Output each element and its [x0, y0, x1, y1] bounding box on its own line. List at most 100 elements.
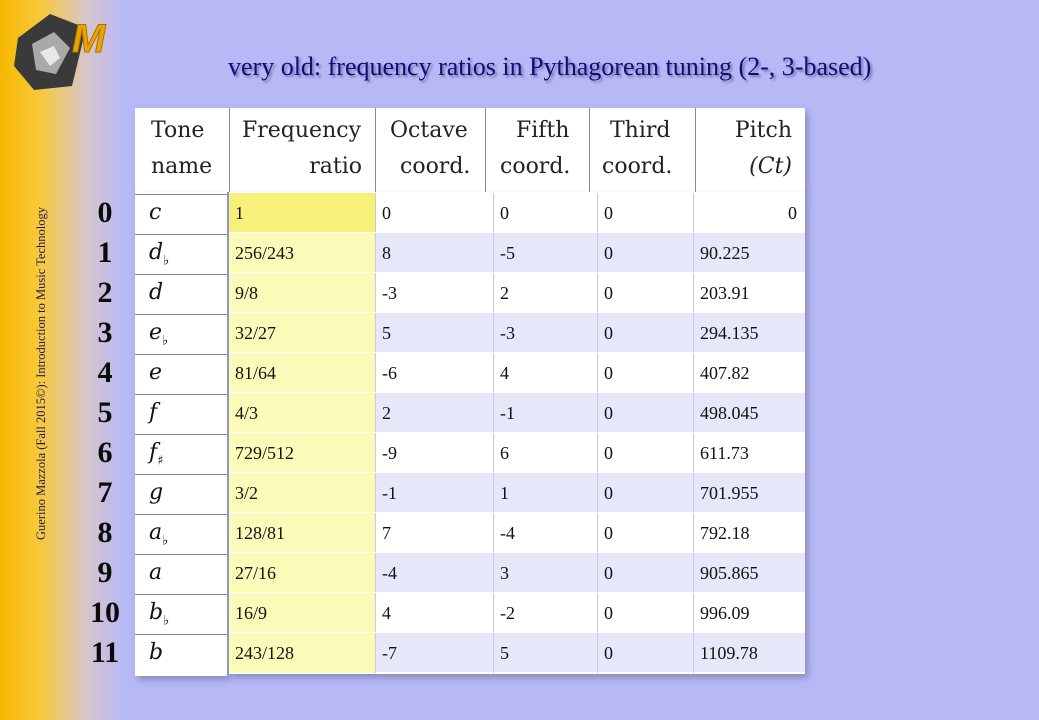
cell-pitch: 792.18: [693, 513, 805, 553]
cell-oct: -9: [375, 433, 493, 473]
cell-ratio: 16/9: [229, 593, 375, 633]
side-caption: Guerino Mazzola (Fall 2015©): Introducti…: [34, 207, 48, 540]
row-index: 7: [97, 476, 113, 509]
tone-name: e♭: [135, 314, 227, 354]
tone-name: d♭: [135, 234, 227, 274]
cell-fifth: 1: [493, 473, 597, 513]
header-frequency-ratio: Frequency ratio: [229, 108, 376, 192]
row-index: 6: [97, 436, 113, 469]
cell-fifth: 3: [493, 553, 597, 593]
tone-name: f♯: [135, 434, 227, 474]
cell-third: 0: [597, 193, 693, 233]
tone-name: e: [135, 354, 227, 394]
tone-name: b♭: [135, 594, 227, 634]
row-index: 8: [97, 516, 113, 549]
cell-pitch: 996.09: [693, 593, 805, 633]
cell-oct: -1: [375, 473, 493, 513]
cell-third: 0: [597, 393, 693, 433]
cell-oct: 7: [375, 513, 493, 553]
tone-name: a♭: [135, 514, 227, 554]
table-row: 9/8 -3 2 0 203.91: [229, 272, 805, 313]
cell-pitch: 294.135: [693, 313, 805, 353]
cell-fifth: 2: [493, 273, 597, 313]
cell-fifth: -1: [493, 393, 597, 433]
table-row: 16/9 4 -2 0 996.09: [229, 592, 805, 633]
header-tone-name: Tone name: [151, 118, 213, 179]
cell-pitch: 701.955: [693, 473, 805, 513]
cell-ratio: 729/512: [229, 433, 375, 473]
table-row: 10000: [229, 192, 805, 233]
header-octave-coord: Octave coord.: [375, 108, 486, 192]
cell-oct: 4: [375, 593, 493, 633]
cell-oct: -4: [375, 553, 493, 593]
cell-third: 0: [597, 633, 693, 673]
tone-name: c: [135, 194, 227, 234]
cell-fifth: 4: [493, 353, 597, 393]
cell-ratio: 32/27: [229, 313, 375, 353]
table-row: 243/128 -7 5 0 1109.78: [229, 632, 805, 673]
tone-name: b: [135, 634, 227, 674]
cell-pitch: 905.865: [693, 553, 805, 593]
cell-fifth: -4: [493, 513, 597, 553]
cell-oct: 5: [375, 313, 493, 353]
cell-pitch: 90.225: [693, 233, 805, 273]
cell-third: 0: [597, 433, 693, 473]
cell-fifth: 0: [493, 193, 597, 233]
cell-oct: 0: [375, 193, 493, 233]
logo-icon: M: [14, 14, 108, 90]
cell-ratio: 256/243: [229, 233, 375, 273]
tone-name-column: c d♭ d e♭ e f f♯ g a♭ a b♭ b: [135, 192, 227, 676]
tone-name: f: [135, 394, 227, 434]
cell-fifth: 6: [493, 433, 597, 473]
table-row: 729/512 -9 6 0 611.73: [229, 432, 805, 473]
cell-fifth: 5: [493, 633, 597, 673]
table-row: 32/27 5 -3 0 294.135: [229, 312, 805, 353]
cell-fifth: -5: [493, 233, 597, 273]
cell-ratio: 128/81: [229, 513, 375, 553]
cell-fifth: -3: [493, 313, 597, 353]
table-row: 4/3 2 -1 0 498.045: [229, 392, 805, 433]
cell-ratio: 81/64: [229, 353, 375, 393]
cell-third: 0: [597, 593, 693, 633]
cell-pitch: 611.73: [693, 433, 805, 473]
cell-third: 0: [597, 273, 693, 313]
cell-third: 0: [597, 473, 693, 513]
cell-pitch: 498.045: [693, 393, 805, 433]
row-index: 1: [97, 236, 113, 269]
row-index: 2: [97, 276, 113, 309]
page-title: very old: frequency ratios in Pythagorea…: [228, 52, 872, 81]
cell-oct: -3: [375, 273, 493, 313]
cell-ratio: 1: [229, 193, 375, 233]
cell-oct: 2: [375, 393, 493, 433]
row-index: 9: [97, 556, 113, 589]
cell-third: 0: [597, 313, 693, 353]
row-index: 4: [97, 356, 113, 389]
header-fifth-coord: Fifth coord.: [485, 108, 590, 192]
cell-ratio: 27/16: [229, 553, 375, 593]
cell-oct: -6: [375, 353, 493, 393]
tone-name: a: [135, 554, 227, 594]
table-row: 81/64 -6 4 0 407.82: [229, 352, 805, 393]
cell-third: 0: [597, 353, 693, 393]
table-row: 3/2 -1 1 0 701.955: [229, 472, 805, 513]
cell-ratio: 4/3: [229, 393, 375, 433]
cell-pitch: 0: [693, 193, 805, 233]
cell-third: 0: [597, 513, 693, 553]
cell-pitch: 1109.78: [693, 633, 805, 673]
cell-ratio: 243/128: [229, 633, 375, 673]
table-row: 128/81 7 -4 0 792.18: [229, 512, 805, 553]
header-third-coord: Third coord.: [589, 108, 696, 192]
cell-ratio: 3/2: [229, 473, 375, 513]
cell-ratio: 9/8: [229, 273, 375, 313]
row-index: 10: [90, 596, 120, 629]
cell-pitch: 203.91: [693, 273, 805, 313]
row-index: 5: [97, 396, 113, 429]
table-row: 27/16 -4 3 0 905.865: [229, 552, 805, 593]
row-index: 11: [90, 636, 120, 669]
header-pitch: Pitch (Ct): [695, 108, 806, 192]
row-index: 0: [97, 196, 113, 229]
cell-third: 0: [597, 233, 693, 273]
table-header: Tone name Frequency ratio Octave coord. …: [135, 108, 805, 192]
cell-oct: 8: [375, 233, 493, 273]
tone-name: d: [135, 274, 227, 314]
